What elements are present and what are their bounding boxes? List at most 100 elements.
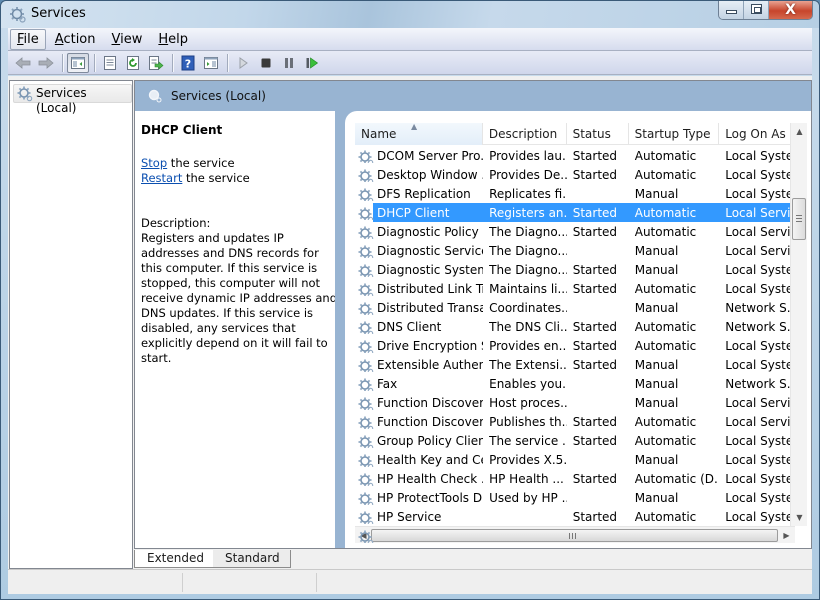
tab-extended[interactable]: Extended <box>134 550 215 568</box>
cell-text: Local Syste... <box>725 452 795 467</box>
service-gear-icon <box>358 492 374 505</box>
menu-help-mnemonic: H <box>158 31 169 47</box>
service-row[interactable]: Group Policy Client The service ... Starte… <box>355 431 795 450</box>
cell-text: Automatic <box>634 281 697 296</box>
description-text: Registers and updates IP addresses and D… <box>141 231 338 365</box>
menu-action[interactable]: Action <box>48 29 103 50</box>
scroll-right-arrow-icon[interactable]: ▶ <box>778 527 795 543</box>
window-title: Services <box>31 6 86 21</box>
service-gear-icon <box>358 473 374 486</box>
export-list-button[interactable] <box>145 53 167 73</box>
service-row[interactable]: Diagnostic System... The Diagno... Started… <box>355 260 795 279</box>
back-button[interactable] <box>12 53 34 73</box>
cell-description: Provides lau... <box>483 149 567 163</box>
service-row[interactable]: Diagnostic Service... The Diagno... Manual… <box>355 241 795 260</box>
title-bar[interactable]: Services X <box>1 1 819 28</box>
vertical-scroll-thumb[interactable] <box>792 198 806 240</box>
cell-text: Started <box>572 357 618 372</box>
tree-item-services-local[interactable]: Services (Local) <box>13 84 132 115</box>
minimize-button[interactable] <box>719 1 744 19</box>
column-header-status[interactable]: Status <box>567 123 629 145</box>
cell-description: The DNS Cli... <box>483 320 567 334</box>
restart-service-button[interactable] <box>301 53 323 73</box>
column-header-log-on-as[interactable]: Log On As <box>719 123 795 145</box>
service-gear-icon <box>358 245 374 258</box>
cell-text: Started <box>572 433 618 448</box>
service-row[interactable]: HP ProtectTools D... Used by HP ... Manual… <box>355 488 795 507</box>
services-gear-icon <box>10 7 26 23</box>
cell-text: Provides De... <box>489 167 567 182</box>
service-row[interactable]: Health Key and Ce... Provides X.5... Manua… <box>355 450 795 469</box>
cell-status: Started <box>567 472 629 486</box>
start-service-button[interactable] <box>232 53 254 73</box>
menu-view[interactable]: View <box>105 29 150 50</box>
column-header-name[interactable]: ▲ Name <box>355 123 483 145</box>
column-header-label: Status <box>572 127 611 141</box>
menu-file[interactable]: File <box>10 28 46 50</box>
service-row[interactable]: HP Health Check ... HP Health ... Started A… <box>355 469 795 488</box>
cell-startup: Automatic <box>629 168 720 182</box>
cell-text: Started <box>572 338 618 353</box>
back-icon <box>15 56 31 69</box>
pause-service-button[interactable] <box>278 53 300 73</box>
service-row[interactable]: DHCP Client Registers an... Started Automat… <box>355 203 795 222</box>
service-row[interactable]: DCOM Server Pro... Provides lau... Started… <box>355 146 795 165</box>
column-header-label: Startup Type <box>634 127 711 141</box>
show-hide-action-pane-button[interactable] <box>200 53 222 73</box>
cell-text: Automatic <box>634 205 697 220</box>
forward-icon <box>38 56 54 69</box>
cell-text: Local Service <box>725 243 795 258</box>
restart-service-link[interactable]: Restart <box>141 171 182 185</box>
properties-button[interactable] <box>99 53 121 73</box>
refresh-button[interactable] <box>122 53 144 73</box>
forward-button[interactable] <box>35 53 57 73</box>
service-row[interactable]: Extensible Authen... The Extensi... Starte… <box>355 355 795 374</box>
close-button[interactable]: X <box>769 1 812 19</box>
column-header-label: Log On As <box>725 127 786 141</box>
cell-name: Diagnostic System... <box>355 263 483 277</box>
stop-service-link[interactable]: Stop <box>141 156 167 170</box>
maximize-button[interactable] <box>744 1 769 19</box>
service-row[interactable]: DNS Client The DNS Cli... Started Automatic… <box>355 317 795 336</box>
service-row[interactable]: Drive Encryption S... Provides en... Start… <box>355 336 795 355</box>
cell-text: DNS Client <box>377 319 442 334</box>
cell-startup: Automatic <box>629 206 720 220</box>
cell-text: Local Syste... <box>725 281 795 296</box>
description-label: Description: <box>141 216 211 230</box>
service-row[interactable]: Diagnostic Policy ... The Diagno... Starte… <box>355 222 795 241</box>
horizontal-scroll-thumb[interactable] <box>371 529 778 542</box>
scroll-up-arrow-icon[interactable]: ▲ <box>791 123 807 140</box>
column-header-startup-type[interactable]: Startup Type <box>629 123 720 145</box>
close-icon: X <box>785 2 796 18</box>
service-row[interactable]: Distributed Transa... Coordinates... Manua… <box>355 298 795 317</box>
toolbar-separator <box>227 53 228 72</box>
service-row[interactable]: Distributed Link Tr... Maintains li... Sta… <box>355 279 795 298</box>
services-window: Services X File Action View Help ? Servi… <box>0 0 820 600</box>
help-button[interactable]: ? <box>177 53 199 73</box>
menu-help[interactable]: Help <box>151 29 195 50</box>
cell-description: Coordinates... <box>483 301 567 315</box>
service-gear-icon <box>358 530 374 543</box>
column-header-description[interactable]: Description <box>483 123 567 145</box>
cell-text: Automatic (D... <box>634 471 720 486</box>
service-row[interactable]: DFS Replication Replicates fi... Manual Loc… <box>355 184 795 203</box>
service-row[interactable]: Function Discover... Publishes th... Start… <box>355 412 795 431</box>
horizontal-scrollbar[interactable]: ◀ ▶ <box>355 526 795 543</box>
service-row[interactable]: HP Service Started Automatic Local Syste... <box>355 507 795 526</box>
cell-status: Started <box>567 168 629 182</box>
show-hide-console-tree-button[interactable] <box>67 52 89 73</box>
service-row[interactable]: Fax Enables you... Manual Network S... <box>355 374 795 393</box>
cell-description: Replicates fi... <box>483 187 567 201</box>
cell-text: Automatic <box>634 148 697 163</box>
cell-name: Function Discover... <box>355 415 483 429</box>
tab-standard[interactable]: Standard <box>213 550 291 568</box>
scroll-down-arrow-icon[interactable]: ▼ <box>791 509 807 526</box>
vertical-scrollbar[interactable]: ▲ ▼ <box>790 123 807 526</box>
cell-text: Diagnostic System... <box>377 262 484 277</box>
action-pane-icon <box>204 56 218 69</box>
service-row[interactable]: Function Discover... Host proces... Manual… <box>355 393 795 412</box>
service-row[interactable]: Desktop Window ... Provides De... Started A… <box>355 165 795 184</box>
cell-startup: Automatic <box>629 415 720 429</box>
stop-service-button[interactable] <box>255 53 277 73</box>
cell-name: Function Discover... <box>355 396 483 410</box>
